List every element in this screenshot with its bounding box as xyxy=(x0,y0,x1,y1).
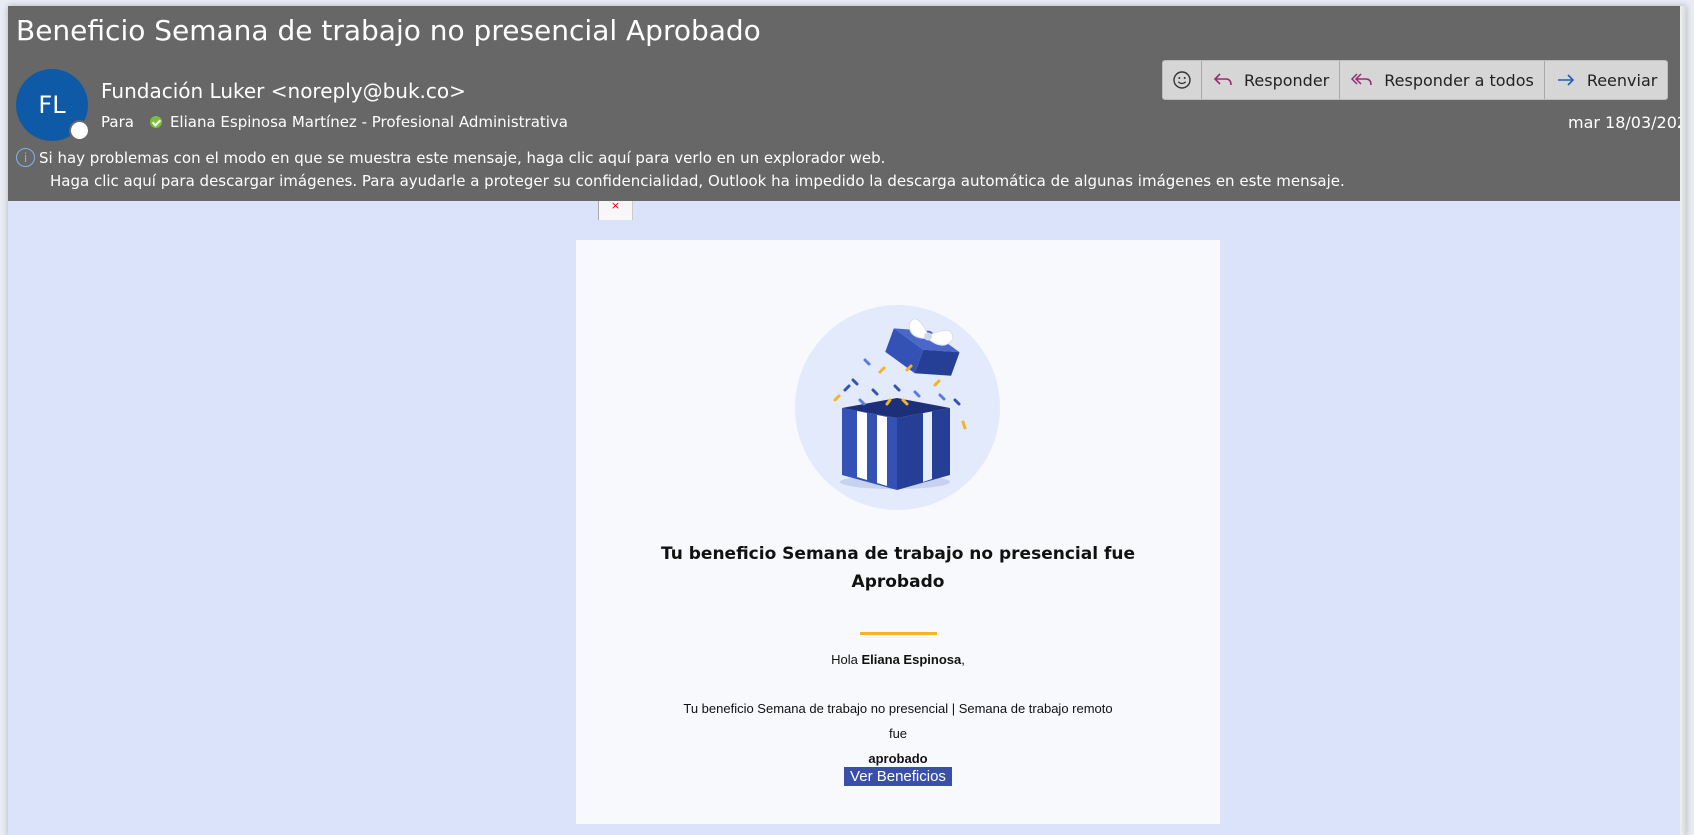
greeting: Hola Eliana Espinosa, xyxy=(576,652,1220,667)
recipient-verified-icon xyxy=(149,116,162,128)
recipient-line: Para Eliana Espinosa Martínez - Profesio… xyxy=(101,113,568,131)
reply-all-label: Responder a todos xyxy=(1384,70,1534,90)
smiley-icon xyxy=(1173,71,1191,89)
message-actions-toolbar: Responder Responder a todos Reenviar xyxy=(1162,60,1669,100)
info-icon: i xyxy=(16,148,35,167)
recipient-name[interactable]: Eliana Espinosa Martínez - Profesional A… xyxy=(170,113,568,131)
reply-arrow-icon xyxy=(1213,73,1232,86)
approval-title-line1: Tu beneficio Semana de trabajo no presen… xyxy=(661,544,1135,564)
reply-button[interactable]: Responder xyxy=(1202,61,1341,99)
approval-message-line1: Tu beneficio Semana de trabajo no presen… xyxy=(683,701,1113,716)
greeting-name: Eliana Espinosa xyxy=(861,652,962,667)
greeting-prefix: Hola xyxy=(831,652,862,667)
window-edge xyxy=(1680,6,1686,835)
view-in-browser-text: Si hay problemas con el modo en que se m… xyxy=(39,148,886,167)
email-reading-pane: Beneficio Semana de trabajo no presencia… xyxy=(8,6,1686,835)
accent-divider xyxy=(860,632,937,635)
approval-message-line2: fue aprobado xyxy=(576,721,1220,771)
approval-status: aprobado xyxy=(868,751,928,766)
gift-box-illustration xyxy=(833,318,967,490)
avatar-initials: FL xyxy=(38,91,66,119)
view-in-browser-notice[interactable]: i Si hay problemas con el modo en que se… xyxy=(16,148,885,167)
reply-all-button[interactable]: Responder a todos xyxy=(1340,61,1545,99)
reaction-button[interactable] xyxy=(1163,61,1202,99)
greeting-suffix: , xyxy=(961,652,965,667)
approval-message: Tu beneficio Semana de trabajo no presen… xyxy=(576,696,1220,771)
email-body-card: Tu beneficio Semana de trabajo no presen… xyxy=(576,240,1220,824)
forward-label: Reenviar xyxy=(1586,70,1658,90)
approval-title: Tu beneficio Semana de trabajo no presen… xyxy=(576,540,1220,596)
reply-label: Responder xyxy=(1244,70,1330,90)
presence-status-icon xyxy=(69,120,90,141)
forward-arrow-icon xyxy=(1557,74,1574,86)
broken-image-icon: × xyxy=(598,200,633,220)
to-label: Para xyxy=(101,113,134,131)
approval-message-prefix: fue xyxy=(888,726,908,741)
reply-all-arrow-icon xyxy=(1351,73,1372,86)
email-header: Beneficio Semana de trabajo no presencia… xyxy=(8,6,1686,201)
approval-title-line2: Aprobado xyxy=(851,572,945,592)
sent-date: mar 18/03/202 xyxy=(1568,113,1686,132)
email-subject: Beneficio Semana de trabajo no presencia… xyxy=(16,14,761,47)
sender-name[interactable]: Fundación Luker <noreply@buk.co> xyxy=(101,79,466,103)
download-images-notice[interactable]: Haga clic aquí para descargar imágenes. … xyxy=(50,172,1345,190)
forward-button[interactable]: Reenviar xyxy=(1545,61,1668,99)
view-benefits-link[interactable]: Ver Beneficios xyxy=(844,767,952,786)
